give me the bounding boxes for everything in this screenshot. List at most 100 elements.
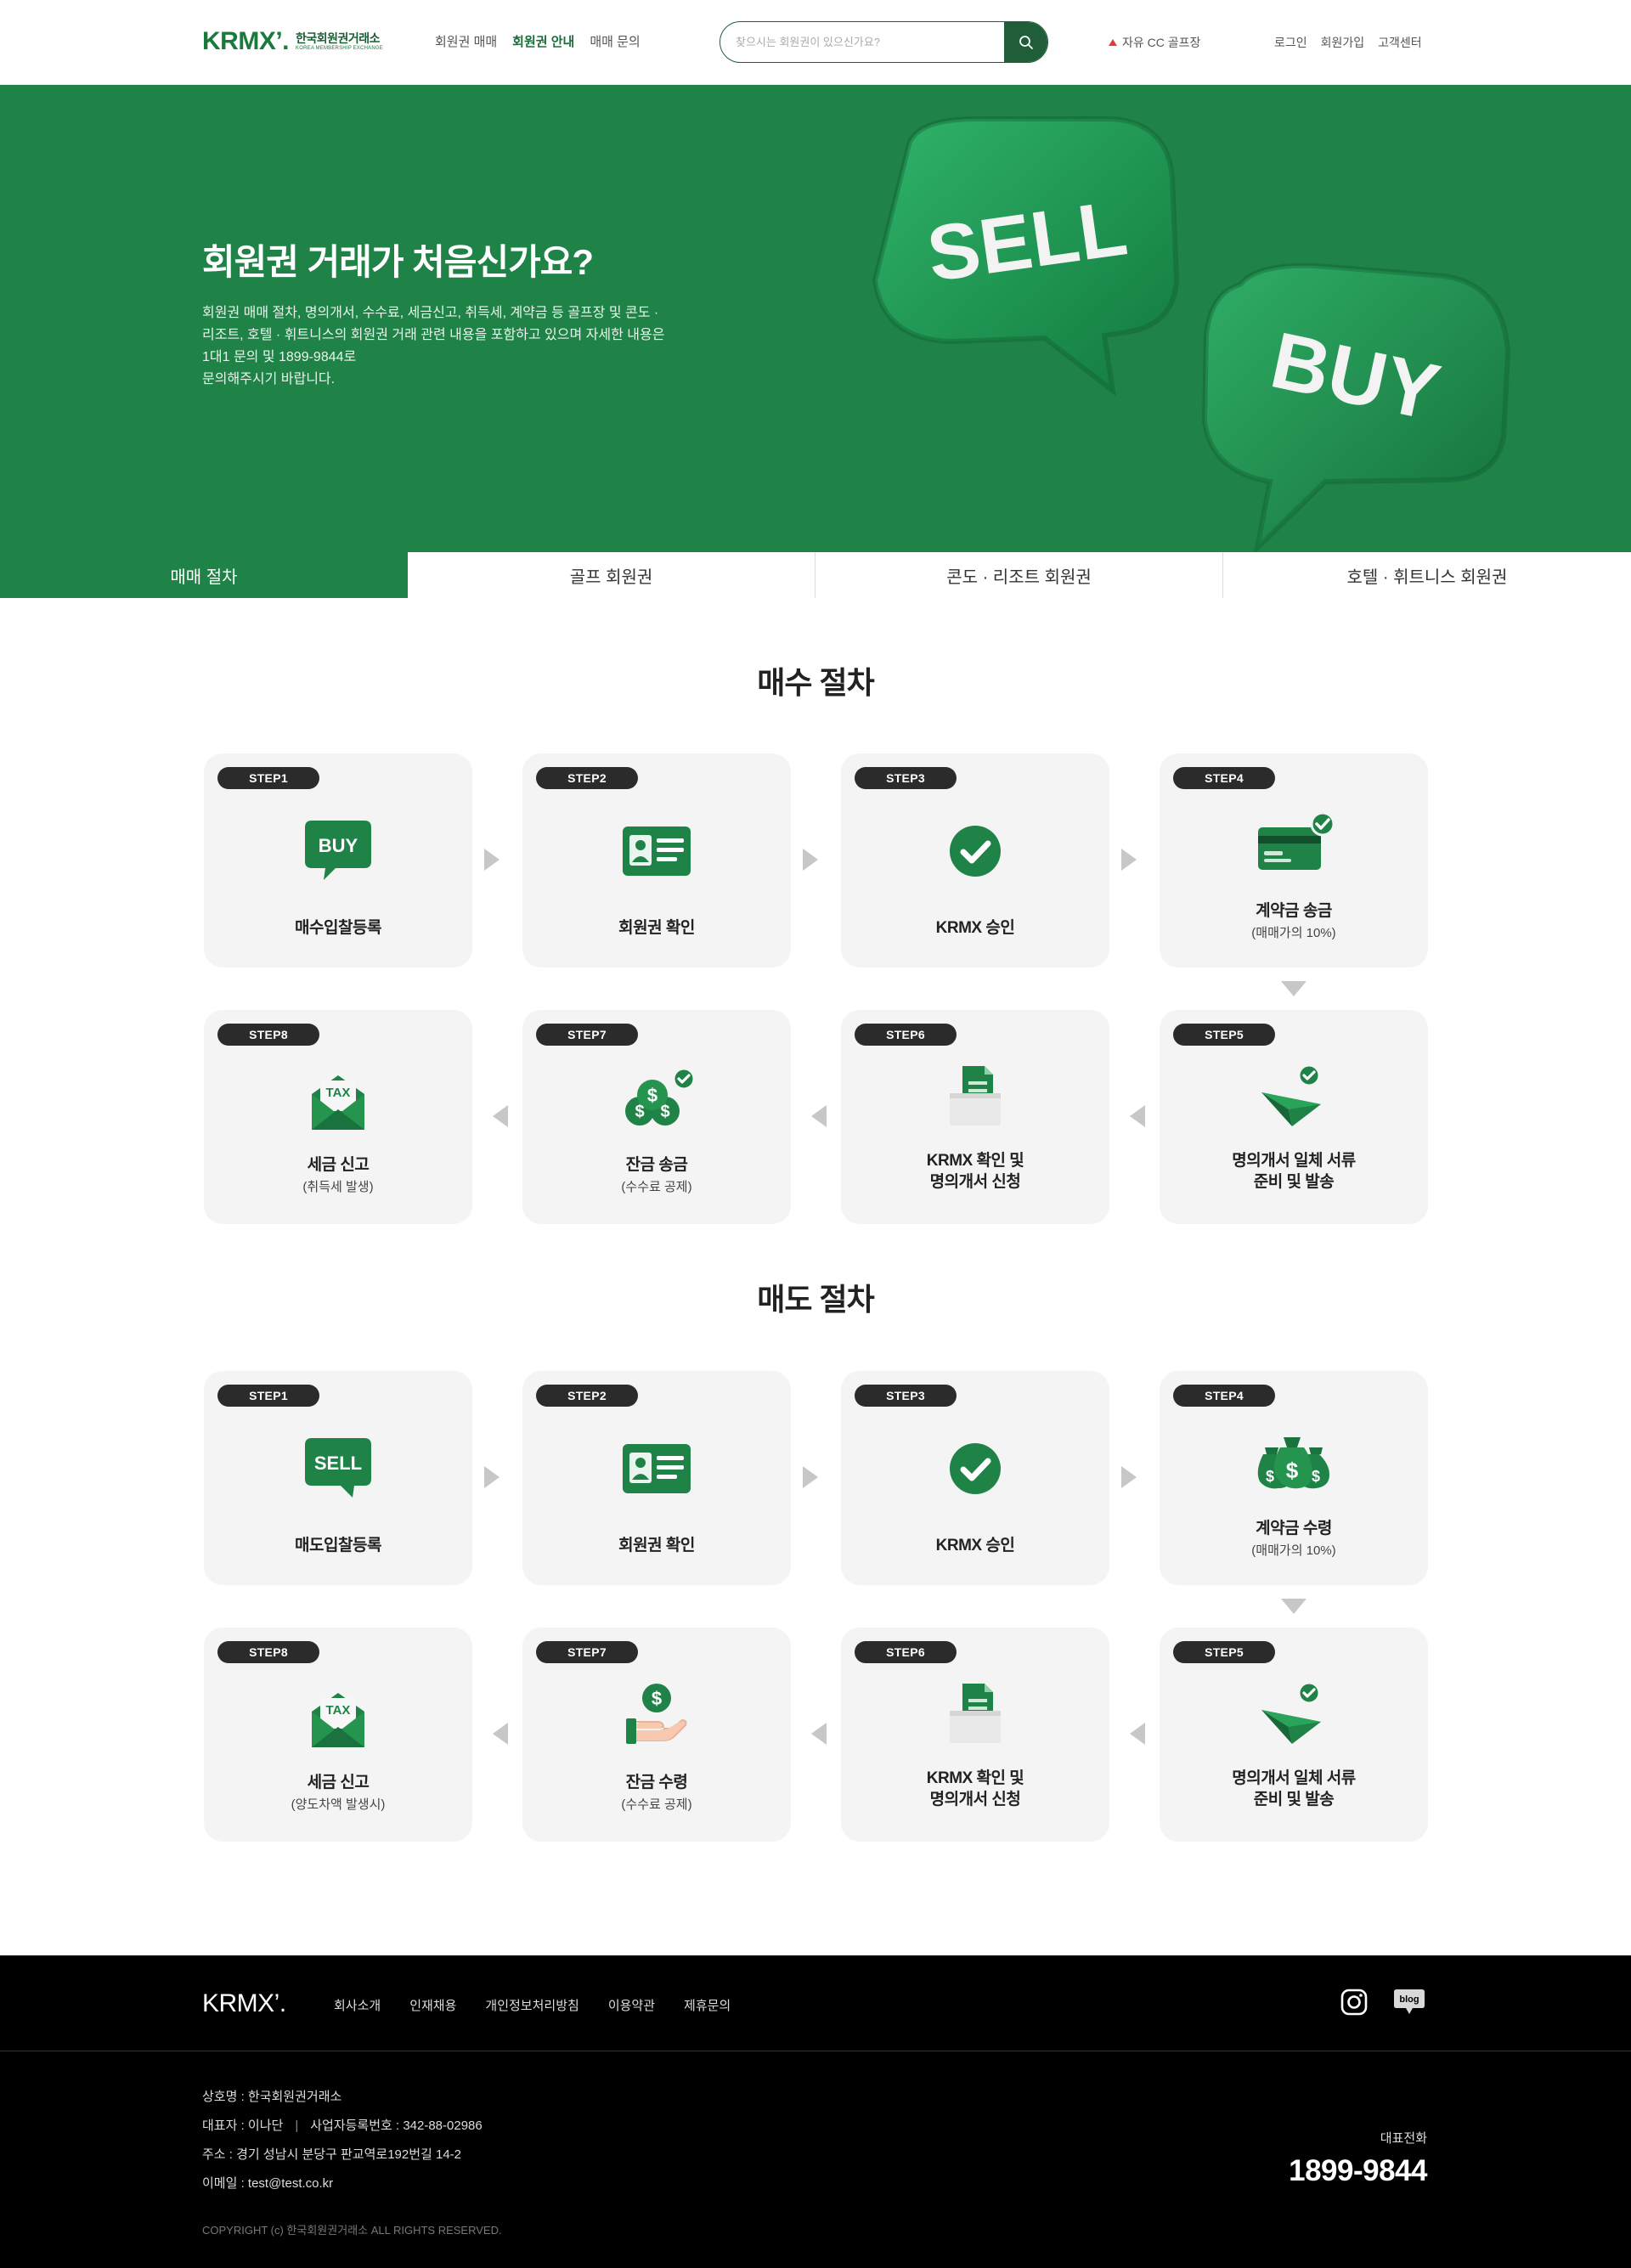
company-address: 주소 : 경기 성남시 분당구 판교역로192번길 14-2 — [202, 2147, 462, 2162]
svg-text:blog: blog — [1399, 1994, 1419, 2005]
svg-text:BUY: BUY — [319, 835, 358, 856]
util-nav: 로그인 회원가입 고객센터 — [1274, 34, 1422, 51]
step-badge: STEP7 — [536, 1641, 638, 1663]
step-arrow-right-icon — [803, 1466, 818, 1488]
nav-item-trade[interactable]: 회원권 매매 — [435, 32, 497, 50]
customer-center-link[interactable]: 고객센터 — [1378, 34, 1422, 51]
paper-plane-icon — [1261, 1063, 1321, 1126]
step-arrow-left-icon — [811, 1105, 827, 1127]
step-title: 계약금 송금 — [1256, 902, 1332, 920]
step-title: KRMX 승인 — [935, 1537, 1015, 1554]
step-badge: STEP1 — [217, 1385, 319, 1407]
rank-item: 자유 CC 골프장 — [1122, 36, 1201, 49]
nav-item-guide[interactable]: 회원권 안내 — [512, 32, 574, 50]
step-title: 잔금 수령 — [625, 1774, 688, 1791]
instagram-icon[interactable] — [1340, 1989, 1368, 2016]
step-arrow-left-icon — [493, 1723, 508, 1745]
check-circle-icon — [950, 1443, 1001, 1494]
step-arrow-down-icon — [1281, 981, 1306, 996]
footer-link-about[interactable]: 회사소개 — [334, 1996, 381, 2014]
svg-text:$: $ — [635, 1103, 644, 1121]
step-title: 명의개서 일체 서류 준비 및 발송 — [1232, 1769, 1356, 1808]
sell-bubble-icon: SELL — [305, 1438, 371, 1498]
step-title: 계약금 수령 — [1256, 1520, 1332, 1537]
step-arrow-right-icon — [803, 849, 818, 871]
hero-description: 회원권 매매 절차, 명의개서, 수수료, 세금신고, 취득세, 계약금 등 골… — [202, 306, 665, 386]
logo-korean: 한국회원권거래소 — [296, 31, 381, 45]
tab-condo-resort-membership[interactable]: 콘도 · 리조트 회원권 — [816, 552, 1223, 598]
step-title: 회원권 확인 — [618, 919, 695, 937]
step-subtitle: (양도차액 발생시) — [291, 1797, 386, 1812]
company-info: 상호명 : 한국회원권거래소 대표자 : 이나단 | 사업자등록번호 : 342-8… — [202, 2083, 483, 2198]
search-button[interactable] — [1004, 22, 1047, 62]
business-number: 사업자등록번호 : 342-88-02986 — [310, 2118, 483, 2133]
footer-link-partnership[interactable]: 제휴문의 — [684, 1996, 731, 2014]
buy-bubble-icon: BUY — [305, 821, 371, 880]
check-circle-icon — [950, 826, 1001, 877]
step-arrow-right-icon — [484, 849, 499, 871]
buy-bubble-illustration: BUY — [1201, 262, 1511, 552]
sell-step-4-card: STEP4 $ $ $ 계약금 수령 (매매가의 10%) — [1160, 1371, 1428, 1585]
document-tray-icon — [950, 1684, 1001, 1743]
copyright: COPYRIGHT (c) 한국회원권거래소 ALL RIGHTS RESERV… — [202, 2224, 502, 2237]
step-badge: STEP2 — [536, 767, 638, 789]
step-badge: STEP1 — [217, 767, 319, 789]
company-name: 상호명 : 한국회원권거래소 — [202, 2090, 342, 2104]
tel-label: 대표전화 — [1380, 2131, 1427, 2146]
tab-trade-procedure[interactable]: 매매 절차 — [0, 552, 408, 598]
buy-step-8-card: STEP8 TAX 세금 신고 (취득세 발생) — [204, 1010, 472, 1224]
rank-up-icon — [1109, 39, 1117, 46]
coins-icon: $ $$ — [625, 1067, 696, 1126]
step-badge: STEP2 — [536, 1385, 638, 1407]
buy-section-title: 매수 절차 — [0, 658, 1631, 702]
credit-card-icon — [1258, 811, 1335, 870]
sell-section-title: 매도 절차 — [0, 1275, 1631, 1319]
search-bar — [720, 21, 1048, 63]
footer-logo[interactable]: KRMX’. — [202, 1989, 286, 2018]
step-badge: STEP3 — [855, 1385, 957, 1407]
blog-icon[interactable]: blog — [1393, 1988, 1425, 2017]
step-title: 매도입찰등록 — [295, 1537, 381, 1554]
buy-step-2-card: STEP2 회원권 확인 — [522, 753, 791, 968]
step-badge: STEP4 — [1173, 1385, 1275, 1407]
step-badge: STEP5 — [1173, 1024, 1275, 1046]
main-nav: 회원권 매매 회원권 안내 매매 문의 — [435, 32, 641, 50]
login-link[interactable]: 로그인 — [1274, 34, 1307, 51]
site-footer: KRMX’. 회사소개 인재채용 개인정보처리방침 이용약관 제휴문의 blog… — [0, 1955, 1631, 2268]
sell-step-3-card: STEP3 KRMX 승인 — [841, 1371, 1109, 1585]
step-title: 회원권 확인 — [618, 1537, 695, 1554]
paper-plane-icon — [1261, 1681, 1321, 1744]
step-title: 명의개서 일체 서류 준비 및 발송 — [1232, 1152, 1356, 1191]
step-badge: STEP8 — [217, 1641, 319, 1663]
hero-title: 회원권 거래가 처음신가요? — [202, 242, 594, 282]
hand-coin-icon: $ — [626, 1684, 687, 1744]
svg-text:$: $ — [1286, 1458, 1299, 1483]
step-badge: STEP6 — [855, 1641, 957, 1663]
logo[interactable]: KRMX’. 한국회원권거래소 KOREA MEMBERSHIP EXCHANG… — [202, 27, 383, 56]
document-tray-icon — [950, 1066, 1001, 1126]
sell-step-1-card: STEP1 SELL 매도입찰등록 — [204, 1371, 472, 1585]
svg-text:$: $ — [660, 1103, 669, 1121]
tab-hotel-fitness-membership[interactable]: 호텔 · 휘트니스 회원권 — [1223, 552, 1631, 598]
social-links: blog — [1340, 1988, 1425, 2017]
footer-link-privacy[interactable]: 개인정보처리방침 — [485, 1996, 578, 2014]
search-input[interactable] — [720, 22, 1004, 62]
tel-number[interactable]: 1899-9844 — [1257, 2154, 1427, 2188]
sell-bubble-illustration: SELL — [872, 116, 1180, 397]
signup-link[interactable]: 회원가입 — [1321, 34, 1365, 51]
step-arrow-left-icon — [811, 1723, 827, 1745]
rank-ticker[interactable]: 자유 CC 골프장 — [1109, 34, 1200, 51]
footer-link-terms[interactable]: 이용약관 — [608, 1996, 655, 2014]
id-card-icon — [623, 827, 691, 876]
step-arrow-right-icon — [484, 1466, 499, 1488]
step-arrow-right-icon — [1121, 849, 1137, 871]
step-subtitle: (취득세 발생) — [302, 1180, 374, 1194]
svg-text:SELL: SELL — [314, 1453, 362, 1474]
money-bags-icon: $ $ $ — [1257, 1437, 1329, 1489]
nav-item-inquiry[interactable]: 매매 문의 — [590, 32, 640, 50]
tab-golf-membership[interactable]: 골프 회원권 — [408, 552, 816, 598]
step-arrow-down-icon — [1281, 1599, 1306, 1614]
ceo-name: 대표자 : 이나단 — [202, 2118, 284, 2133]
svg-text:TAX: TAX — [326, 1703, 351, 1718]
footer-link-careers[interactable]: 인재채용 — [409, 1996, 456, 2014]
